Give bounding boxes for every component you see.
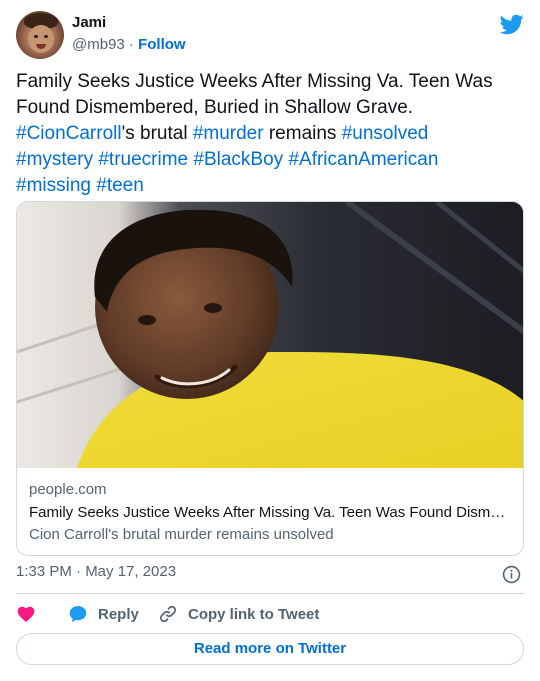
tweet-text-part: Family Seeks Justice Weeks After Missing… [16,71,493,118]
embedded-tweet: Jami @mb93 · Follow Family Seeks Justice… [0,0,540,681]
handle-separator: · [128,36,134,53]
author-handle[interactable]: @mb93 [72,36,125,53]
copy-link-button[interactable]: Copy link to Tweet [158,603,319,625]
hashtag-link[interactable]: #BlackBoy [193,149,283,170]
tweet-text-part: 's brutal [121,123,193,144]
footer-divider [16,593,524,594]
card-meta: people.com Family Seeks Justice Weeks Af… [29,480,513,545]
author-handle-row: @mb93 · Follow [72,36,186,53]
link-icon [159,605,177,623]
heart-icon [17,606,35,622]
card-title: Family Seeks Justice Weeks After Missing… [29,504,513,521]
reply-label: Reply [98,605,139,623]
avatar-eye-right [44,35,48,38]
link-preview-card[interactable]: people.com Family Seeks Justice Weeks Af… [16,201,524,556]
hashtag-link[interactable]: #missing [16,175,91,196]
hashtag-link[interactable]: #CionCarroll [16,123,122,144]
avatar-eye-left [34,35,38,38]
reply-button[interactable]: Reply [68,603,139,625]
tweet-text: Family Seeks Justice Weeks After Missing… [16,69,526,199]
card-domain: people.com [29,481,107,498]
follow-button[interactable]: Follow [138,36,186,53]
hashtag-link[interactable]: #mystery [16,149,93,170]
author-name[interactable]: Jami [72,14,106,31]
like-button[interactable] [16,603,36,625]
tweet-timestamp[interactable]: 1:33 PM · May 17, 2023 [16,563,176,580]
hashtag-link[interactable]: #AfricanAmerican [288,149,438,170]
hashtag-link[interactable]: #murder [193,123,264,144]
read-more-button[interactable]: Read more on Twitter [16,633,524,665]
hashtag-link[interactable]: #truecrime [98,149,188,170]
copy-link-label: Copy link to Tweet [188,605,320,623]
author-avatar[interactable] [16,11,64,59]
reply-bubble-icon [69,606,87,623]
info-icon[interactable] [502,565,521,584]
tweet-text-part: remains [263,123,342,144]
hashtag-link[interactable]: #teen [96,175,144,196]
card-description: Cion Carroll's brutal murder remains uns… [29,526,334,543]
hashtag-link[interactable]: #unsolved [342,123,429,144]
card-thumbnail-image[interactable] [17,202,524,468]
twitter-bird-icon[interactable] [500,12,524,36]
